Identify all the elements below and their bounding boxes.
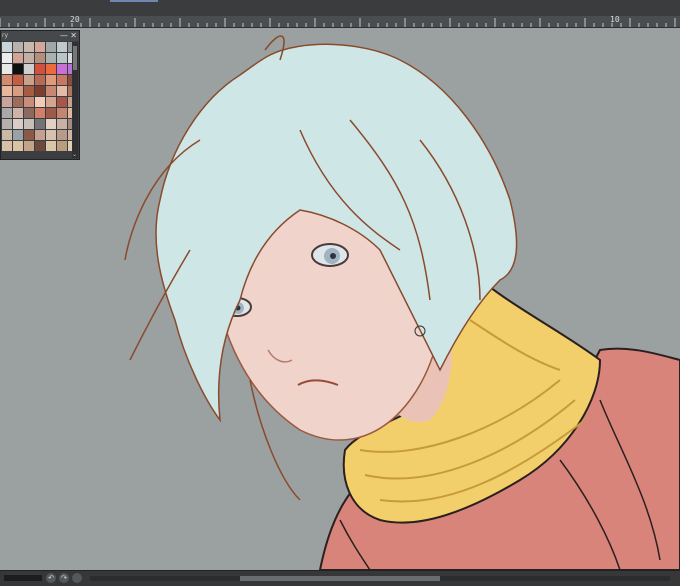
minimize-icon[interactable]: — xyxy=(60,31,68,41)
ruler-ticks xyxy=(0,18,676,27)
horizontal-scrollbar[interactable] xyxy=(90,576,670,581)
palette-swatch-grid xyxy=(1,41,78,152)
color-swatch[interactable] xyxy=(46,64,56,74)
color-swatch[interactable] xyxy=(13,141,23,151)
color-swatch[interactable] xyxy=(35,97,45,107)
color-swatch[interactable] xyxy=(13,75,23,85)
drawing-canvas[interactable] xyxy=(0,28,680,570)
color-swatch[interactable] xyxy=(13,97,23,107)
color-swatch[interactable] xyxy=(13,86,23,96)
color-swatch[interactable] xyxy=(24,141,34,151)
color-swatch[interactable] xyxy=(57,86,67,96)
color-swatch[interactable] xyxy=(24,53,34,63)
color-swatch[interactable] xyxy=(24,130,34,140)
color-swatch[interactable] xyxy=(13,119,23,129)
color-swatch[interactable] xyxy=(57,141,67,151)
color-swatch[interactable] xyxy=(2,75,12,85)
color-swatch[interactable] xyxy=(24,42,34,52)
palette-title: ry xyxy=(2,32,9,39)
color-palette-panel[interactable]: ry — ✕ ⌄ xyxy=(0,30,80,160)
right-pupil xyxy=(330,253,336,259)
undo-icon[interactable]: ↶ xyxy=(46,573,56,583)
color-swatch[interactable] xyxy=(46,75,56,85)
color-swatch[interactable] xyxy=(13,108,23,118)
color-swatch[interactable] xyxy=(35,130,45,140)
scroll-down-icon[interactable]: ⌄ xyxy=(72,152,77,158)
color-swatch[interactable] xyxy=(2,130,12,140)
redo-icon[interactable]: ↷ xyxy=(59,573,69,583)
color-swatch[interactable] xyxy=(35,75,45,85)
color-swatch[interactable] xyxy=(46,130,56,140)
color-swatch[interactable] xyxy=(35,141,45,151)
color-swatch[interactable] xyxy=(24,64,34,74)
color-swatch[interactable] xyxy=(46,42,56,52)
color-swatch[interactable] xyxy=(2,141,12,151)
color-swatch[interactable] xyxy=(35,108,45,118)
color-swatch[interactable] xyxy=(57,130,67,140)
color-swatch[interactable] xyxy=(2,42,12,52)
color-swatch[interactable] xyxy=(35,42,45,52)
color-swatch[interactable] xyxy=(13,64,23,74)
color-swatch[interactable] xyxy=(13,42,23,52)
color-swatch[interactable] xyxy=(46,108,56,118)
color-swatch[interactable] xyxy=(24,86,34,96)
color-swatch[interactable] xyxy=(57,42,67,52)
color-swatch[interactable] xyxy=(46,141,56,151)
status-bar: ↶ ↷ xyxy=(0,570,680,586)
palette-scroll-thumb[interactable] xyxy=(73,46,77,70)
color-swatch[interactable] xyxy=(2,64,12,74)
color-swatch[interactable] xyxy=(57,75,67,85)
ruler-label-20: 20 xyxy=(70,15,80,24)
palette-scrollbar[interactable]: ⌄ xyxy=(72,42,78,158)
color-swatch[interactable] xyxy=(35,64,45,74)
color-swatch[interactable] xyxy=(57,119,67,129)
active-tab-indicator[interactable] xyxy=(110,0,158,2)
color-swatch[interactable] xyxy=(57,64,67,74)
color-swatch[interactable] xyxy=(46,53,56,63)
horizontal-ruler xyxy=(0,16,680,28)
color-swatch[interactable] xyxy=(24,75,34,85)
close-icon[interactable]: ✕ xyxy=(70,31,77,41)
color-swatch[interactable] xyxy=(2,108,12,118)
color-swatch[interactable] xyxy=(35,53,45,63)
ruler-label-10: 10 xyxy=(610,15,620,24)
color-swatch[interactable] xyxy=(46,119,56,129)
color-swatch[interactable] xyxy=(13,53,23,63)
color-swatch[interactable] xyxy=(24,108,34,118)
color-swatch[interactable] xyxy=(57,108,67,118)
color-swatch[interactable] xyxy=(13,130,23,140)
color-swatch[interactable] xyxy=(2,119,12,129)
horizontal-scroll-thumb[interactable] xyxy=(240,576,440,581)
color-swatch[interactable] xyxy=(24,119,34,129)
color-swatch[interactable] xyxy=(2,86,12,96)
color-swatch[interactable] xyxy=(35,86,45,96)
color-swatch[interactable] xyxy=(2,97,12,107)
color-swatch[interactable] xyxy=(46,86,56,96)
color-swatch[interactable] xyxy=(2,53,12,63)
color-swatch[interactable] xyxy=(46,97,56,107)
zoom-slider[interactable] xyxy=(4,575,42,581)
app-menu-bar xyxy=(0,0,680,16)
color-swatch[interactable] xyxy=(24,97,34,107)
color-swatch[interactable] xyxy=(57,53,67,63)
color-swatch[interactable] xyxy=(57,97,67,107)
color-swatch[interactable] xyxy=(35,119,45,129)
palette-titlebar[interactable]: ry — ✕ xyxy=(1,31,79,41)
reset-view-icon[interactable] xyxy=(72,573,82,583)
